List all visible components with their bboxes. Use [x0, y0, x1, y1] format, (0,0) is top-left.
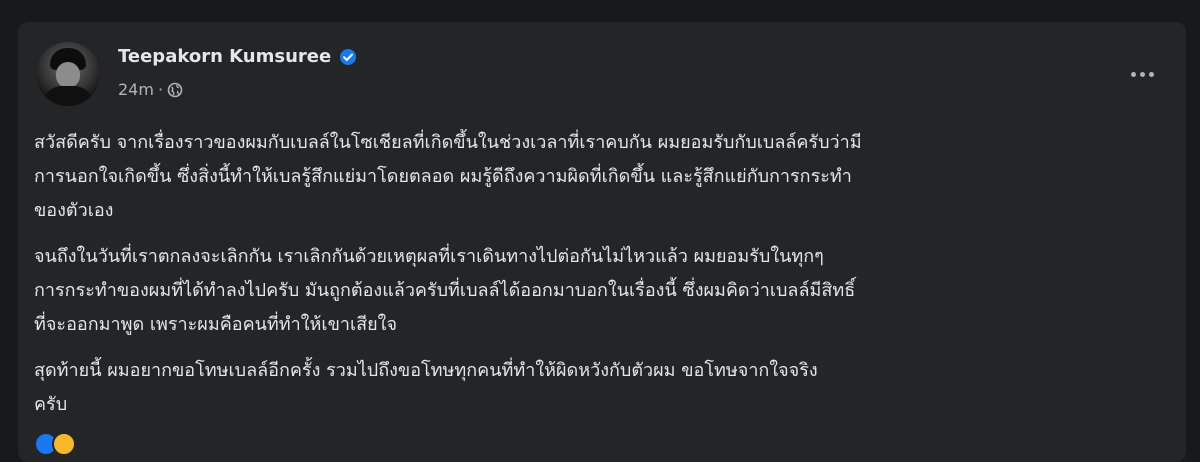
post-line: สวัสดีครับ จากเรื่องราวของผมกับเบลล์ในโซ…: [34, 132, 862, 153]
post-card: Teepakorn Kumsuree 24m · สวัสดีครับ จากเ…: [18, 22, 1186, 462]
author-avatar[interactable]: [36, 42, 100, 106]
post-timestamp[interactable]: 24m: [118, 80, 154, 99]
post-line: จนถึงในวันที่เราตกลงจะเลิกกัน เราเลิกกัน…: [34, 246, 824, 267]
post-text: สวัสดีครับ จากเรื่องราวของผมกับเบลล์ในโซ…: [34, 126, 1174, 434]
avatar-body: [42, 86, 94, 106]
post-paragraph-1: สวัสดีครับ จากเรื่องราวของผมกับเบลล์ในโซ…: [34, 126, 1174, 228]
post-line: ที่จะออกมาพูด เพราะผมคือคนที่ทำให้เขาเสี…: [34, 314, 397, 335]
post-line: ครับ: [34, 394, 68, 415]
post-line: สุดท้ายนี้ ผมอยากขอโทษเบลล์อีกครั้ง รวมไ…: [34, 360, 818, 381]
post-meta: 24m ·: [118, 80, 183, 99]
post-paragraph-2: จนถึงในวันที่เราตกลงจะเลิกกัน เราเลิกกัน…: [34, 240, 1174, 342]
meta-separator: ·: [157, 80, 164, 99]
more-dot: [1130, 71, 1136, 77]
verified-badge-icon: [339, 48, 357, 66]
care-reaction-icon: [52, 432, 76, 456]
author-name[interactable]: Teepakorn Kumsuree: [118, 46, 331, 67]
post-line: ของตัวเอง: [34, 200, 114, 221]
avatar-face: [56, 62, 80, 88]
more-options-icon[interactable]: [1124, 60, 1160, 88]
more-dot: [1148, 71, 1154, 77]
post-paragraph-3: สุดท้ายนี้ ผมอยากขอโทษเบลล์อีกครั้ง รวมไ…: [34, 354, 1174, 422]
more-dot: [1139, 71, 1145, 77]
reactions-summary[interactable]: [34, 432, 76, 456]
globe-icon[interactable]: [167, 82, 183, 98]
post-line: การนอกใจเกิดขึ้น ซึ่งสิ่งนี้ทำให้เบลรู้ส…: [34, 166, 852, 187]
author-row: Teepakorn Kumsuree: [118, 46, 357, 67]
post-line: การกระทำของผมที่ได้ทำลงไปครับ มันถูกต้อง…: [34, 280, 856, 301]
